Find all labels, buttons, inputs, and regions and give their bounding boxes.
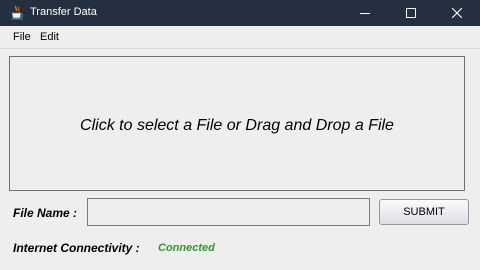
menu-edit[interactable]: Edit: [40, 31, 59, 43]
menu-bar: File Edit: [0, 26, 480, 49]
drop-zone-text: Click to select a File or Drag and Drop …: [80, 117, 394, 134]
file-name-label: File Name :: [13, 206, 78, 220]
minimize-button[interactable]: [342, 0, 388, 26]
connectivity-status: Connected: [158, 242, 215, 254]
close-icon: [452, 8, 462, 18]
java-cup-icon: [10, 5, 24, 20]
submit-button[interactable]: SUBMIT: [379, 199, 469, 225]
maximize-icon: [406, 8, 416, 18]
file-drop-zone[interactable]: Click to select a File or Drag and Drop …: [9, 56, 465, 191]
file-name-input[interactable]: [87, 198, 370, 226]
title-bar[interactable]: Transfer Data: [0, 0, 480, 26]
maximize-button[interactable]: [388, 0, 434, 26]
menu-file[interactable]: File: [13, 31, 31, 43]
internet-connectivity-label: Internet Connectivity :: [13, 241, 140, 255]
close-button[interactable]: [434, 0, 480, 26]
window-title: Transfer Data: [30, 6, 97, 18]
minimize-icon: [360, 13, 370, 14]
